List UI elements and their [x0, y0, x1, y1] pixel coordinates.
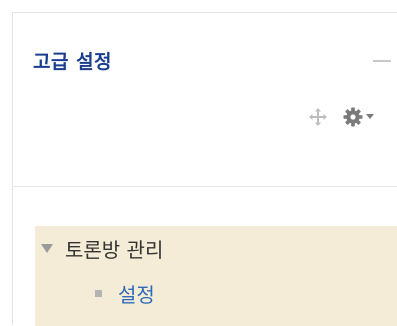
caret-down-icon[interactable] [366, 114, 374, 120]
tree-node-forum-admin[interactable]: 토론방 관리 [35, 234, 163, 263]
tree-child-item[interactable]: 설정 [95, 279, 155, 308]
triangle-down-icon[interactable] [41, 243, 53, 254]
settings-tree: 토론방 관리 설정 [35, 226, 397, 326]
divider [13, 186, 397, 187]
advanced-settings-block: 고급 설정 토론방 관리 설정 [12, 12, 397, 326]
collapse-icon[interactable] [373, 60, 391, 62]
gear-icon[interactable] [343, 107, 363, 127]
settings-link[interactable]: 설정 [118, 279, 155, 308]
block-actions-menu[interactable] [343, 107, 374, 127]
square-bullet-icon [95, 290, 102, 297]
tree-node-label: 토론방 관리 [65, 238, 164, 262]
block-title: 고급 설정 [33, 51, 113, 73]
move-icon[interactable] [309, 108, 327, 126]
